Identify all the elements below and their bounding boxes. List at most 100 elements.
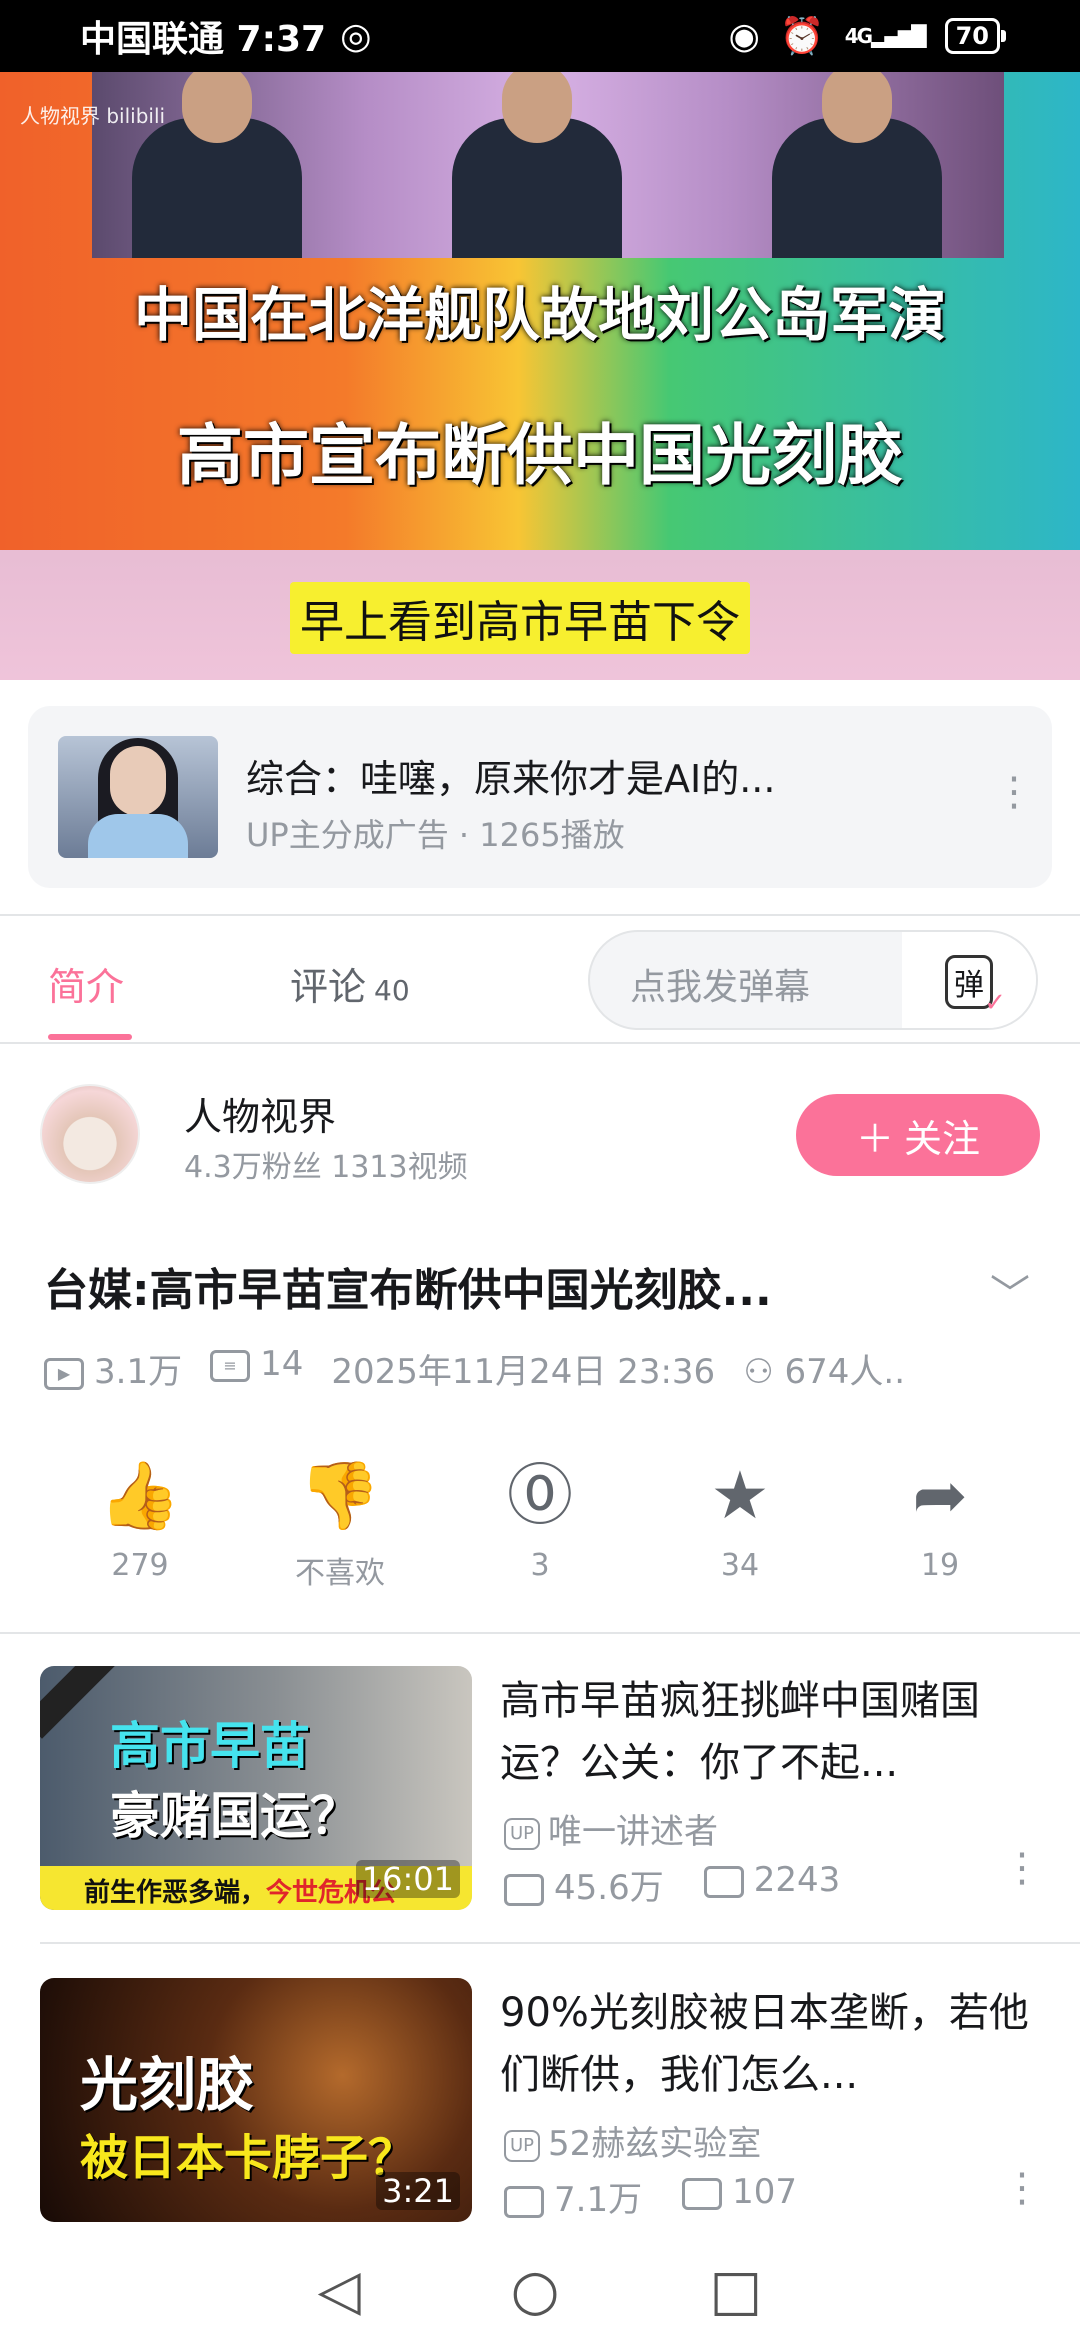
action-bar: 👍 279 👎 不喜欢 ⓪3 ★ 34 ➦ 19 [0, 1456, 1080, 1596]
coin-count: 3 [530, 1548, 550, 1583]
ad-card[interactable]: 综合：哇噻，原来你才是AI的... UP主分成广告 · 1265播放 ⋮ [28, 706, 1052, 888]
rec-danmaku: 107 [732, 2172, 797, 2212]
views-count: 3.1万 [94, 1352, 183, 1392]
like-count: 279 [111, 1548, 169, 1583]
uploader: UP 唯一讲述者 [504, 1804, 718, 1853]
uploader-name: 52赫兹实验室 [548, 2124, 762, 2164]
ad-subtitle: UP主分成广告 · 1265播放 [246, 816, 625, 854]
like-button[interactable]: 👍 279 [60, 1456, 220, 1583]
follow-label: 关注 [904, 1116, 981, 1161]
signal-icon: 4G▂▄▆█ [844, 24, 927, 48]
rec-title: 高市早苗疯狂挑衅中国赌国运？公关：你了不起... [500, 1678, 980, 1786]
eye-icon: ◉ [728, 15, 760, 57]
author-row: 人物视界 4.3万粉丝 1313视频 ＋关注 [0, 1074, 1080, 1194]
video-frame: 人物视界 bilibili 中国在北洋舰队故地刘公岛军演 高市宣布断供中国光刻胶 [0, 72, 1080, 550]
ad-thumbnail [58, 736, 218, 858]
video-thumbnail[interactable]: 光刻胶 被日本卡脖子？ 3:21 [40, 1978, 472, 2222]
video-caption-2: 高市宣布断供中国光刻胶 [177, 417, 903, 494]
play-icon: ▶ [44, 1357, 84, 1390]
uploader-name: 唯一讲述者 [548, 1812, 719, 1852]
share-icon: ➦ [912, 1457, 968, 1534]
system-nav-bar: ◁ ○ □ [0, 2240, 1080, 2340]
danmaku-icon [703, 1865, 744, 1898]
follow-button[interactable]: ＋关注 [796, 1094, 1040, 1176]
dislike-label: 不喜欢 [295, 1556, 385, 1591]
up-badge: UP [504, 1817, 541, 1850]
tab-intro[interactable]: 简介 [48, 956, 124, 1011]
more-icon[interactable]: ⋮ [1002, 2168, 1042, 2208]
video-meta: ▶ 3.1万 ≡ 14 2025年11月24日 23:36 ⚇ 674人.. [44, 1344, 1044, 1393]
corner-badge [40, 1666, 120, 1739]
rec-stats: 7.1万 107 [504, 2172, 797, 2221]
danmu-placeholder: 点我发弹幕 [630, 967, 811, 1008]
back-icon[interactable]: ◁ [318, 2258, 361, 2323]
comments-count: 40 [374, 974, 410, 1007]
rec-danmaku: 2243 [753, 1860, 841, 1900]
rec-title: 90%光刻胶被日本垄断，若他们断供，我们怎么... [500, 1990, 1029, 2098]
star-icon: ★ [710, 1457, 770, 1534]
publish-date: 2025年11月24日 23:36 [331, 1352, 716, 1392]
danmaku-icon: ≡ [210, 1349, 251, 1382]
danmaku-count: 14 [260, 1344, 304, 1384]
author-stats: 4.3万粉丝 1313视频 [184, 1150, 468, 1185]
network-type: 4G [844, 24, 873, 48]
video-subtitle: 早上看到高市早苗下令 [290, 582, 750, 654]
danmu-toggle-button[interactable]: 弹 [902, 932, 1036, 1028]
dislike-icon: 👎 [298, 1457, 382, 1534]
list-item[interactable]: 光刻胶 被日本卡脖子？ 3:21 90%光刻胶被日本垄断，若他们断供，我们怎么.… [0, 1978, 1080, 2226]
recents-icon[interactable]: □ [710, 2258, 763, 2323]
danmaku-stat: ≡ 14 [210, 1344, 303, 1393]
up-badge: UP [504, 2129, 541, 2162]
person-figure [452, 72, 622, 258]
more-icon[interactable]: ⋮ [1002, 1848, 1042, 1888]
status-bar: 中国联通 7:37 ◎ ◉ ⏰ 4G▂▄▆█ 70 [0, 0, 1080, 72]
ad-title: 综合：哇噻，原来你才是AI的... [246, 757, 776, 801]
plus-icon: ＋ [855, 1116, 894, 1161]
watching-stat: ⚇ 674人.. [743, 1344, 905, 1393]
coin-button[interactable]: ⓪3 [460, 1456, 620, 1583]
more-icon[interactable]: ⋮ [994, 772, 1034, 812]
people-icon: ⚇ [743, 1352, 774, 1392]
coin-icon: ⓪ [507, 1457, 573, 1534]
video-watermark: 人物视界 bilibili [20, 104, 166, 128]
share-count: 19 [920, 1548, 960, 1583]
uploader: UP 52赫兹实验室 [504, 2116, 761, 2165]
favorite-button[interactable]: ★ 34 [660, 1456, 820, 1583]
rec-stats: 45.6万 2243 [504, 1860, 840, 1909]
video-caption-1: 中国在北洋舰队故地刘公岛军演 [133, 281, 946, 349]
tab-comments[interactable]: 评论 40 [290, 956, 410, 1011]
thumb-banner-text: 前生作恶多端， [84, 1878, 267, 1908]
dislike-button[interactable]: 👎 不喜欢 [260, 1456, 420, 1592]
divider [40, 1942, 1080, 1944]
battery-level: 70 [955, 22, 989, 50]
rec-views: 45.6万 [554, 1868, 664, 1908]
danmu-icon: 弹 [945, 955, 1006, 1018]
home-icon[interactable]: ○ [511, 2258, 560, 2323]
divider [0, 1632, 1080, 1634]
wechat-icon: ◎ [340, 15, 372, 57]
video-photo [92, 72, 1004, 258]
thumb-text: 高市早苗 [110, 1717, 310, 1775]
rec-views: 7.1万 [554, 2180, 643, 2220]
play-icon [504, 2185, 544, 2218]
list-item[interactable]: 高市早苗 豪赌国运？ 前生作恶多端，今世危机公关! 16:01 高市早苗疯狂挑衅… [0, 1666, 1080, 1914]
divider [0, 1042, 1080, 1044]
video-title[interactable]: 台媒:高市早苗宣布断供中国光刻胶... [44, 1254, 944, 1318]
avatar[interactable] [40, 1084, 140, 1184]
video-player[interactable]: 人物视界 bilibili 中国在北洋舰队故地刘公岛军演 高市宣布断供中国光刻胶… [0, 72, 1080, 680]
danmu-input[interactable]: 点我发弹幕 弹 [588, 930, 1038, 1030]
tab-bar: 简介 评论 40 点我发弹幕 弹 [0, 916, 1080, 1042]
favorite-count: 34 [720, 1548, 760, 1583]
chevron-down-icon[interactable]: ﹀ [990, 1262, 1030, 1320]
share-button[interactable]: ➦ 19 [860, 1456, 1020, 1583]
thumb-text: 光刻胶 [80, 2051, 255, 2119]
video-thumbnail[interactable]: 高市早苗 豪赌国运？ 前生作恶多端，今世危机公关! 16:01 [40, 1666, 472, 1910]
author-name[interactable]: 人物视界 [184, 1086, 336, 1141]
thumb-text: 豪赌国运？ [110, 1787, 360, 1845]
like-icon: 👍 [98, 1457, 182, 1534]
battery-icon: 70 [944, 18, 1007, 54]
person-figure [772, 72, 942, 258]
duration: 16:01 [355, 1860, 460, 1898]
danmaku-icon [682, 2177, 723, 2210]
tab-indicator [48, 1034, 132, 1040]
